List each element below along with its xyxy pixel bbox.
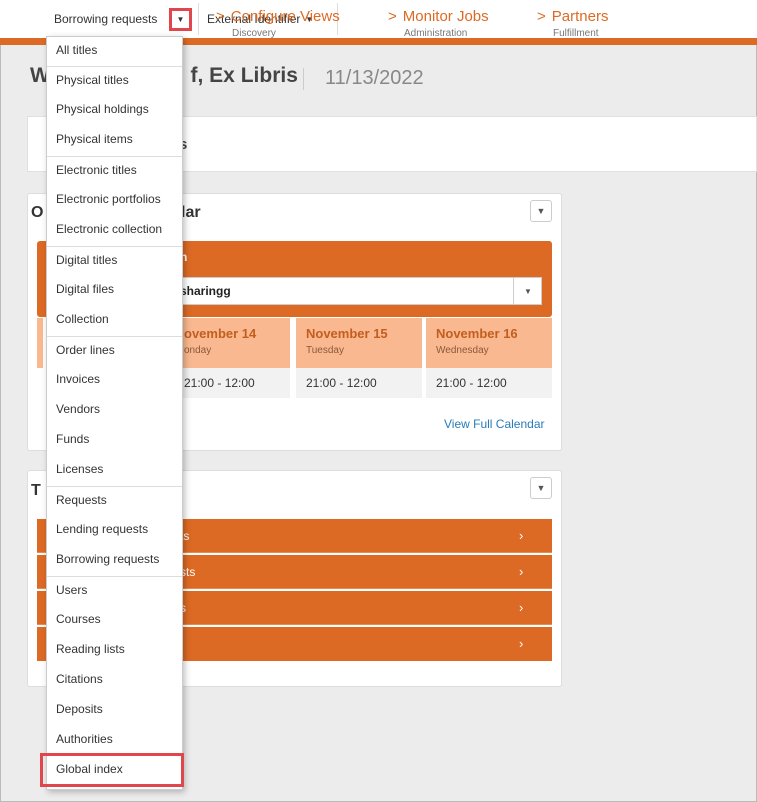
chevron-right-icon: ›: [519, 564, 524, 579]
menu-item-citations[interactable]: Citations: [47, 666, 182, 696]
day-weekday: Tuesday: [306, 345, 344, 356]
calendar-widget-title-end: lar: [181, 204, 201, 221]
menu-item-reading-lists[interactable]: Reading lists: [47, 636, 182, 666]
menu-item-physical-titles[interactable]: Physical titles: [47, 66, 182, 96]
calendar-widget-title-start: O: [31, 204, 44, 221]
caret-down-icon: ▼: [524, 286, 532, 296]
global-index-highlight: [40, 753, 184, 787]
menu-item-electronic-collection[interactable]: Electronic collection: [47, 216, 182, 246]
tasks-widget-collapse-button[interactable]: ▼: [530, 477, 552, 499]
shortcut-label: Configure Views: [230, 8, 340, 25]
menu-item-requests[interactable]: Requests: [47, 486, 182, 516]
search-type-label: Borrowing requests: [54, 12, 158, 26]
search-type-menu: All titles Physical titles Physical hold…: [46, 36, 183, 790]
menu-item-lending-requests[interactable]: Lending requests: [47, 516, 182, 546]
shortcut-monitor-jobs[interactable]: > Monitor Jobs Administration: [388, 8, 489, 39]
menu-item-funds[interactable]: Funds: [47, 426, 182, 456]
menu-item-borrowing-requests[interactable]: Borrowing requests: [47, 546, 182, 576]
menu-item-licenses[interactable]: Licenses: [47, 456, 182, 486]
menu-item-physical-holdings[interactable]: Physical holdings: [47, 96, 182, 126]
menu-item-all-titles[interactable]: All titles: [47, 37, 182, 67]
menu-item-electronic-portfolios[interactable]: Electronic portfolios: [47, 186, 182, 216]
menu-item-physical-items[interactable]: Physical items: [47, 126, 182, 156]
tasks-widget-title-start: T: [31, 482, 41, 499]
menu-item-courses[interactable]: Courses: [47, 606, 182, 636]
menu-item-vendors[interactable]: Vendors: [47, 396, 182, 426]
day-weekday: onday: [184, 345, 212, 356]
day-hours: 21:00 - 12:00: [426, 368, 552, 398]
caret-down-icon: ▼: [536, 483, 546, 493]
calendar-location-select[interactable]: [180, 277, 542, 305]
welcome-date: 11/13/2022: [325, 67, 424, 89]
shortcut-sub: Fulfillment: [553, 28, 599, 39]
calendar-location-value: sharingg: [180, 284, 231, 298]
caret-down-icon: ▼: [536, 206, 546, 216]
chevron-right-icon: ›: [519, 528, 524, 543]
day-date: November 15: [306, 326, 388, 341]
day-hours: 21:00 - 12:00: [296, 368, 422, 398]
menu-item-order-lines[interactable]: Order lines: [47, 336, 182, 366]
day-date: November 16: [436, 326, 518, 341]
calendar-day-2: November 15 Tuesday 21:00 - 12:00: [296, 318, 422, 398]
chevron-right-icon: ›: [519, 600, 524, 615]
menu-item-authorities[interactable]: Authorities: [47, 726, 182, 756]
shortcut-configure-views[interactable]: > Configure Views Discovery: [216, 8, 340, 39]
menu-item-electronic-titles[interactable]: Electronic titles: [47, 156, 182, 186]
calendar-location-dropdown-button[interactable]: ▼: [513, 277, 542, 305]
menu-item-collection[interactable]: Collection: [47, 306, 182, 336]
view-full-calendar-link[interactable]: View Full Calendar: [444, 417, 545, 431]
search-type-dropdown-button[interactable]: ▼: [169, 8, 192, 31]
shortcut-sub: Discovery: [232, 28, 276, 39]
chevron-right-icon: >: [388, 8, 397, 25]
day-weekday: Wednesday: [436, 345, 489, 356]
chevron-right-icon: >: [216, 8, 225, 25]
day-date: ovember 14: [184, 326, 257, 341]
welcome-separator: [303, 68, 304, 90]
caret-down-icon: ▼: [176, 15, 185, 24]
menu-item-digital-files[interactable]: Digital files: [47, 276, 182, 306]
menu-item-users[interactable]: Users: [47, 576, 182, 606]
shortcut-partners[interactable]: > Partners Fulfillment: [537, 8, 608, 39]
search-type-selector[interactable]: Borrowing requests: [46, 3, 157, 35]
welcome-name: f, Ex Libris: [190, 64, 298, 87]
day-column-edge: [37, 318, 43, 368]
menu-item-digital-titles[interactable]: Digital titles: [47, 246, 182, 276]
menu-item-deposits[interactable]: Deposits: [47, 696, 182, 726]
chevron-right-icon: >: [537, 8, 546, 25]
shortcut-label: Monitor Jobs: [402, 8, 489, 25]
chevron-right-icon: ›: [519, 636, 524, 651]
calendar-widget-collapse-button[interactable]: ▼: [530, 200, 552, 222]
calendar-day-3: November 16 Wednesday 21:00 - 12:00: [426, 318, 552, 398]
shortcut-label: Partners: [551, 8, 609, 25]
shortcut-sub: Administration: [404, 28, 468, 39]
menu-item-invoices[interactable]: Invoices: [47, 366, 182, 396]
